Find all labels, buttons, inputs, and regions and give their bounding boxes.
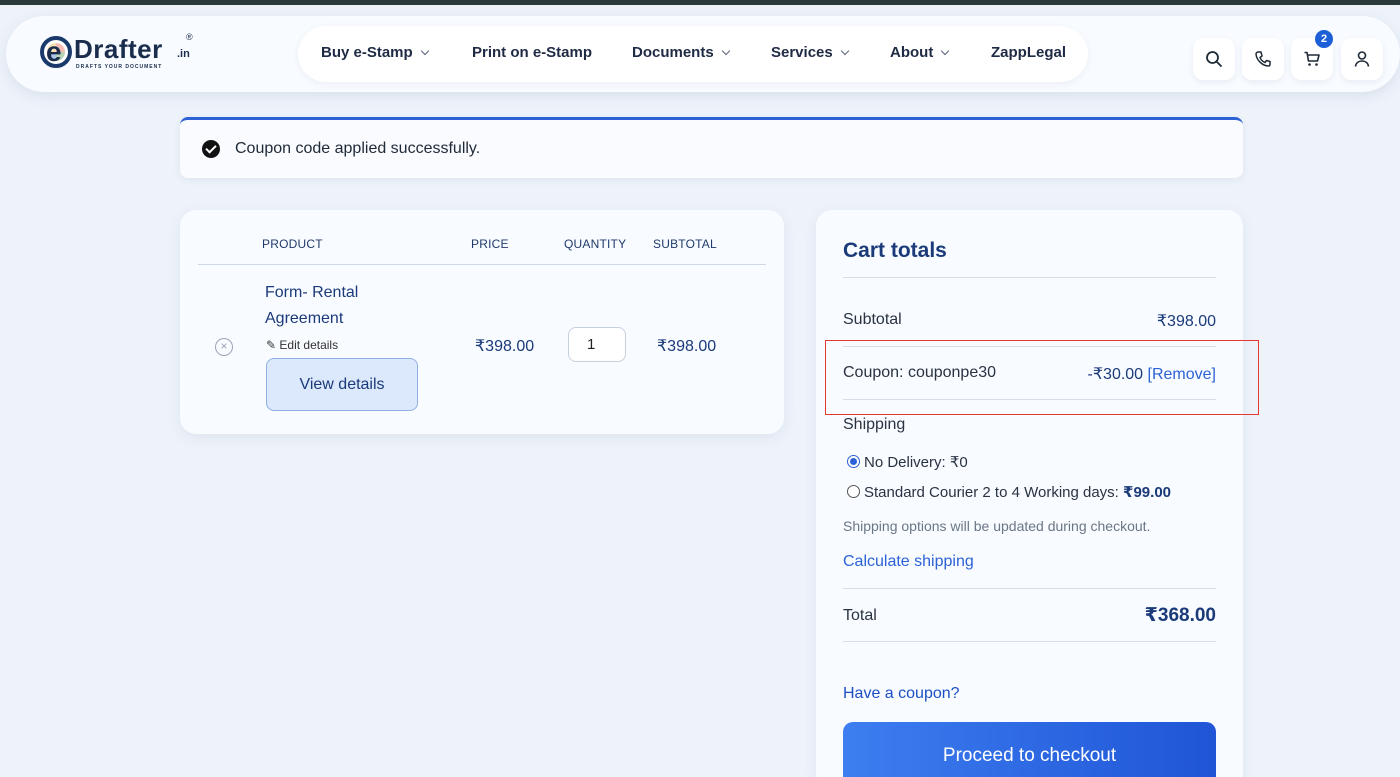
shipping-option-price: ₹99.00 [1123,484,1172,501]
view-details-button[interactable]: View details [266,358,418,411]
subtotal-label: Subtotal [843,311,902,328]
logo-registered: ® [186,32,193,42]
divider [843,641,1216,642]
shipping-option-no-delivery[interactable]: No Delivery: ₹0 [864,453,968,471]
main-nav: Buy e-Stamp Print on e-Stamp Documents S… [298,26,1088,82]
nav-label: Buy e-Stamp [321,44,413,61]
notice-message: Coupon code applied successfully. [235,140,481,157]
nav-services[interactable]: Services [771,44,849,61]
edit-details-link[interactable]: ✎ Edit details [266,338,338,352]
logo-tagline: DRAFTS YOUR DOCUMENT [76,64,163,70]
chevron-down-icon [941,46,950,56]
header-product: PRODUCT [262,237,323,251]
nav-buy-estamp[interactable]: Buy e-Stamp [321,44,429,61]
cart-icon [1304,51,1320,66]
shipping-radio-no-delivery[interactable] [847,455,860,468]
nav-zapplegal[interactable]: ZappLegal [991,44,1066,61]
calculate-shipping-link[interactable]: Calculate shipping [843,553,974,571]
product-subtotal: ₹398.00 [657,338,717,355]
header-price: PRICE [471,237,509,251]
coupon-success-notice: Coupon code applied successfully. [180,117,1243,178]
subtotal-value: ₹398.00 [1156,313,1216,330]
cart-totals: Cart totals Subtotal ₹398.00 Coupon: cou… [816,210,1243,777]
divider [843,277,1216,278]
header-subtotal: SUBTOTAL [653,237,717,251]
check-circle-icon [202,140,220,158]
shipping-option-label: Standard Courier 2 to 4 Working days: [864,484,1124,501]
nav-label: Print on e-Stamp [472,44,593,61]
phone-icon [1255,51,1271,67]
logo[interactable]: e Drafter .in ® DRAFTS YOUR DOCUMENT [40,32,200,74]
product-name-link[interactable]: Form- Rental Agreement [265,280,405,332]
header-divider [198,264,766,265]
cart-count-badge: 2 [1315,30,1333,48]
search-button[interactable] [1193,38,1235,80]
divider [843,588,1216,589]
have-coupon-link[interactable]: Have a coupon? [843,685,960,703]
cart-totals-title: Cart totals [843,239,947,262]
cart-table: PRODUCT PRICE QUANTITY SUBTOTAL × Form- … [180,210,784,434]
site-header: e Drafter .in ® DRAFTS YOUR DOCUMENT Buy… [6,16,1400,92]
remove-item-icon[interactable]: × [215,338,233,356]
nav-label: Services [771,44,833,61]
logo-suffix: .in [177,48,190,60]
proceed-to-checkout-button[interactable]: Proceed to checkout [843,722,1216,777]
product-price: ₹398.00 [475,338,535,355]
nav-label: Documents [632,44,714,61]
shipping-option-label: No Delivery: [864,454,950,471]
coupon-highlight-box [825,340,1259,415]
shipping-option-price: ₹0 [949,454,968,471]
user-icon [1354,51,1370,67]
shipping-note: Shipping options will be updated during … [843,518,1151,534]
nav-documents[interactable]: Documents [632,44,730,61]
header-quantity: QUANTITY [564,237,627,251]
shipping-label: Shipping [843,416,906,433]
top-strip [0,0,1400,5]
account-button[interactable] [1341,38,1383,80]
chevron-down-icon [420,46,429,56]
search-icon [1206,51,1222,67]
nav-print-estamp[interactable]: Print on e-Stamp [472,44,592,61]
cart-button[interactable]: 2 [1291,30,1333,80]
nav-label: About [890,44,934,61]
nav-about[interactable]: About [890,44,950,61]
shipping-radio-standard-courier[interactable] [847,485,860,498]
total-label: Total [843,607,877,624]
nav-label: ZappLegal [991,44,1067,61]
logo-text: Drafter [74,34,163,64]
phone-button[interactable] [1242,38,1284,80]
chevron-down-icon [721,46,730,56]
quantity-input[interactable]: 1 [568,327,626,362]
shipping-option-standard-courier[interactable]: Standard Courier 2 to 4 Working days: ₹9… [864,483,1171,501]
logo-e: e [46,36,62,67]
chevron-down-icon [840,46,849,56]
total-value: ₹368.00 [1144,605,1216,626]
